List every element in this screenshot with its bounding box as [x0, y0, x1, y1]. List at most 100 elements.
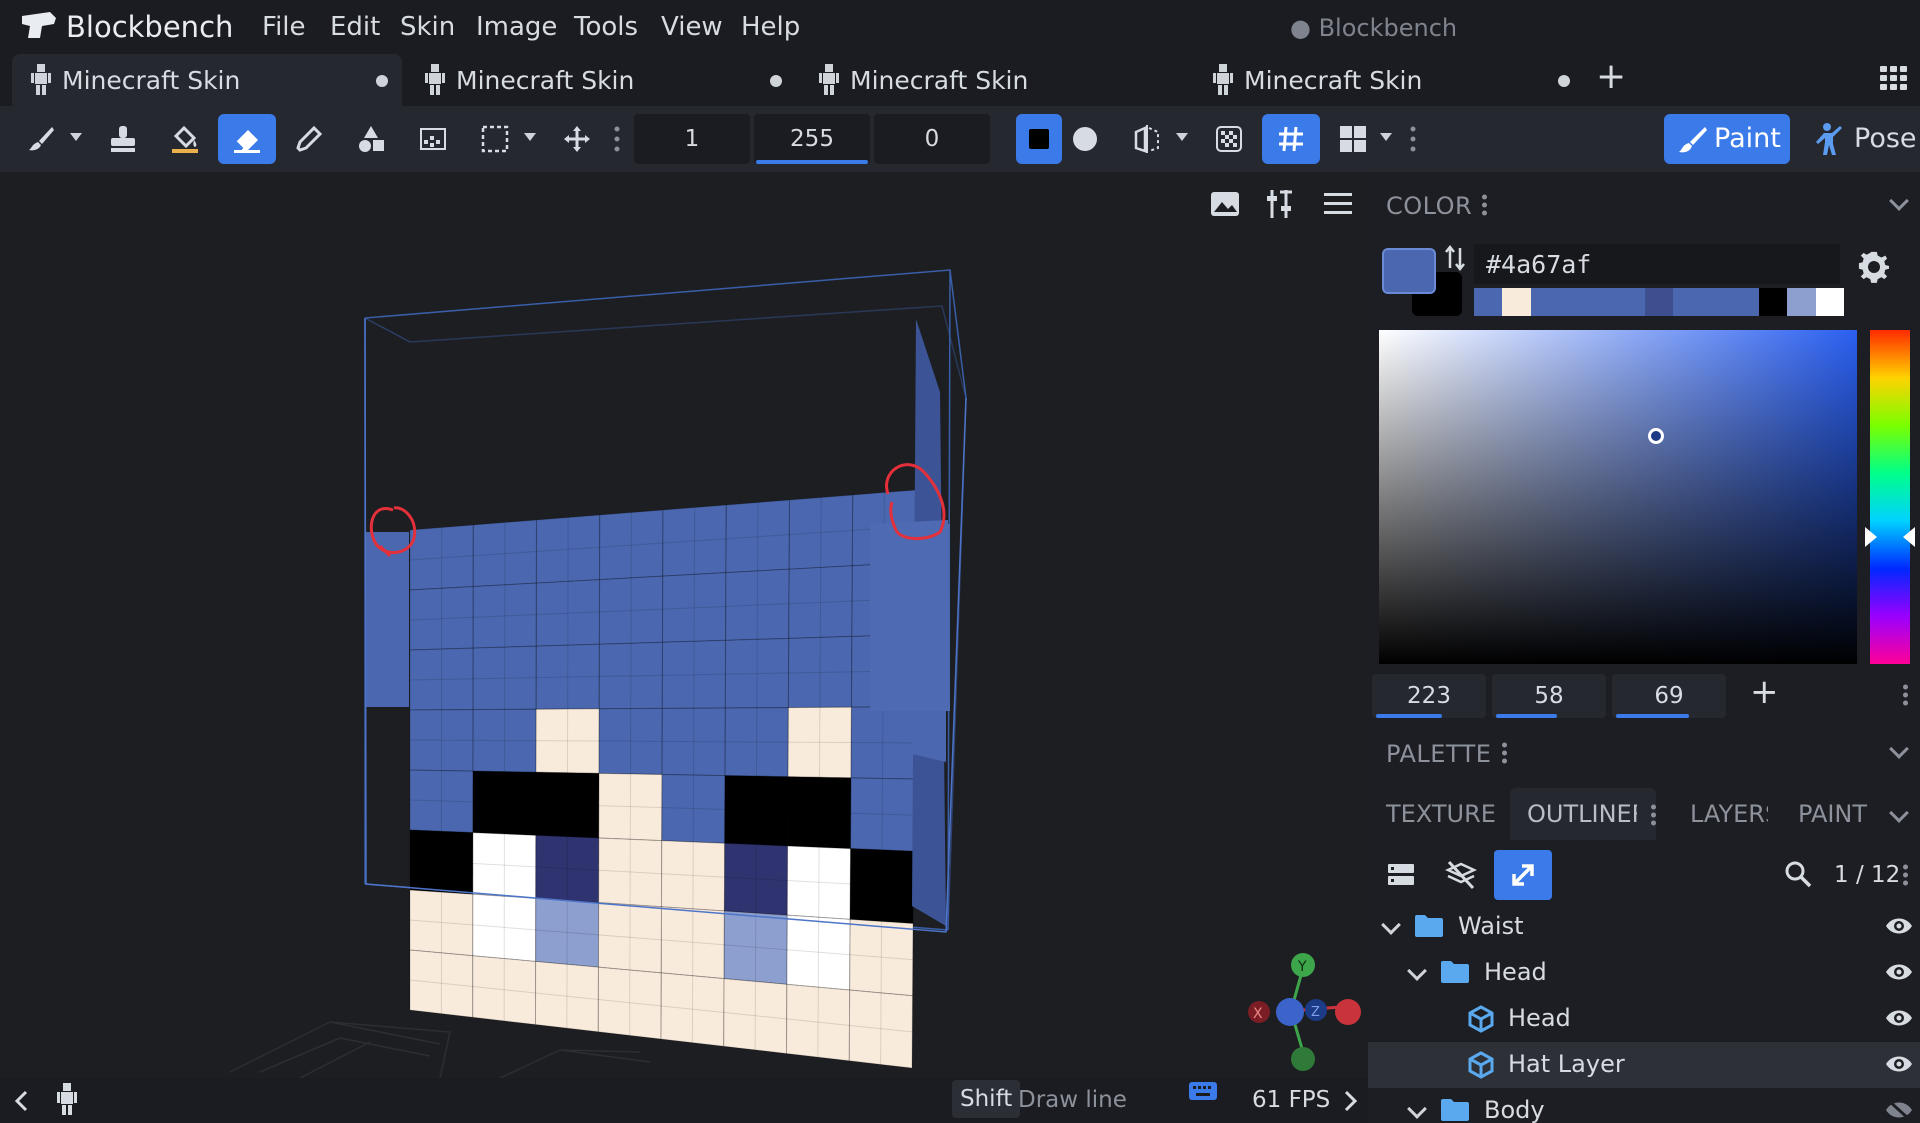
main-color-swatch[interactable]	[1382, 248, 1436, 294]
expand-chevron-down-icon[interactable]	[1381, 915, 1401, 935]
brush-options-chevron-down-icon[interactable]	[70, 133, 82, 141]
add-to-palette-plus-icon[interactable]: +	[1750, 672, 1779, 712]
tab-minecraft-skin-4[interactable]: Minecraft Skin	[1194, 54, 1584, 106]
hex-color-input[interactable]: #4a67af	[1474, 244, 1840, 284]
outliner-row-hat-layer[interactable]: Hat Layer	[1368, 1042, 1920, 1088]
visibility-eye-icon[interactable]	[1884, 1006, 1914, 1030]
saturation-value-picker[interactable]	[1379, 330, 1857, 664]
history-swatch-11[interactable]	[1758, 288, 1788, 316]
mirror-options-chevron-down-icon[interactable]	[1176, 133, 1188, 141]
hue-slider-left-arrow-icon[interactable]	[1864, 526, 1878, 548]
hue-slider-right-arrow-icon[interactable]	[1902, 526, 1916, 548]
shape-tool[interactable]	[342, 114, 400, 164]
view-menu-icon[interactable]	[1318, 186, 1358, 222]
3d-viewport[interactable]: Y X Z	[0, 172, 1368, 1078]
fill-bucket-tool[interactable]	[156, 114, 214, 164]
expand-chevron-down-icon[interactable]	[1407, 1099, 1427, 1119]
history-swatch-12[interactable]	[1787, 288, 1816, 316]
history-swatch-2[interactable]	[1502, 288, 1531, 316]
screenshot-image-icon[interactable]	[1206, 186, 1246, 222]
hue-input[interactable]: 223	[1372, 674, 1486, 718]
brush-tool[interactable]	[12, 114, 70, 164]
paint-mode-button[interactable]: Paint	[1664, 114, 1790, 164]
history-swatch-13[interactable]	[1815, 288, 1845, 316]
brush-size-input[interactable]: 1	[634, 114, 750, 164]
round-brush-shape[interactable]	[1062, 114, 1108, 164]
color-values-menu-icon[interactable]	[1903, 684, 1908, 706]
tab-layers[interactable]: LAYERS	[1690, 800, 1768, 828]
menu-image[interactable]: Image	[476, 12, 557, 42]
outliner-menu-icon[interactable]	[1903, 864, 1908, 886]
toolbar-more-icon[interactable]	[614, 126, 620, 152]
menu-edit[interactable]: Edit	[330, 12, 380, 42]
history-swatch-6[interactable]	[1616, 288, 1645, 316]
menu-skin[interactable]: Skin	[400, 12, 455, 42]
expand-chevron-down-icon[interactable]	[1407, 961, 1427, 981]
outliner-row-head[interactable]: Head	[1368, 950, 1920, 996]
opacity-input[interactable]: 255	[754, 114, 870, 164]
view-adjust-sliders-icon[interactable]	[1262, 186, 1302, 222]
tab-paint[interactable]: PAINT	[1798, 800, 1872, 828]
menu-help[interactable]: Help	[741, 12, 800, 42]
visibility-eye-hidden-icon[interactable]	[1884, 1098, 1914, 1122]
lock-alpha-checker-icon[interactable]	[1200, 114, 1258, 164]
saturation-input[interactable]: 58	[1492, 674, 1606, 718]
axis-gizmo[interactable]: Y X Z	[1248, 953, 1361, 1071]
history-swatch-8[interactable]	[1673, 288, 1702, 316]
mirror-painting-icon[interactable]	[1118, 114, 1176, 164]
history-swatch-3[interactable]	[1530, 288, 1560, 316]
outliner-row-waist[interactable]: Waist	[1368, 904, 1920, 950]
color-picker-tool[interactable]	[280, 114, 338, 164]
history-swatch-10[interactable]	[1730, 288, 1759, 316]
outliner-row-body[interactable]: Body	[1368, 1088, 1920, 1123]
color-panel-menu-icon[interactable]	[1482, 194, 1487, 216]
history-swatch-5[interactable]	[1587, 288, 1617, 316]
softness-input[interactable]: 0	[874, 114, 990, 164]
paint-on-layers-crossed-icon[interactable]	[1432, 850, 1490, 900]
history-swatch-4[interactable]	[1559, 288, 1588, 316]
swap-colors-icon[interactable]	[1444, 244, 1466, 272]
expand-diagonal-arrows-icon[interactable]	[1494, 850, 1552, 900]
history-swatch-7[interactable]	[1644, 288, 1674, 316]
layout-grid-icon[interactable]	[1324, 114, 1382, 164]
move-tool[interactable]	[548, 114, 606, 164]
history-swatch-1[interactable]	[1474, 288, 1503, 316]
selection-tool[interactable]	[466, 114, 524, 164]
skin-model-figure-icon[interactable]	[56, 1082, 78, 1116]
visibility-eye-icon[interactable]	[1884, 960, 1914, 984]
keyboard-icon[interactable]	[1188, 1080, 1218, 1102]
color-settings-gear-icon[interactable]	[1858, 250, 1892, 284]
tab-minecraft-skin-3[interactable]: Minecraft Skin	[800, 54, 1190, 106]
value-input[interactable]: 69	[1612, 674, 1726, 718]
color-history-strip[interactable]	[1474, 288, 1845, 316]
apps-grid-icon[interactable]	[1880, 66, 1908, 90]
selection-options-chevron-down-icon[interactable]	[524, 133, 536, 141]
tab-textures[interactable]: TEXTURES	[1386, 800, 1496, 828]
tab-outliner[interactable]: OUTLINER	[1527, 800, 1637, 828]
layout-options-chevron-down-icon[interactable]	[1380, 133, 1392, 141]
toolbar-more-icon-2[interactable]	[1410, 126, 1416, 152]
menu-tools[interactable]: Tools	[574, 12, 638, 42]
menu-file[interactable]: File	[262, 12, 306, 42]
chevron-right-icon[interactable]	[1344, 1090, 1358, 1112]
eraser-tool[interactable]	[218, 114, 276, 164]
clone-stamp-tool[interactable]	[94, 114, 152, 164]
chevron-left-icon[interactable]	[14, 1090, 28, 1112]
pose-mode-button[interactable]: Pose	[1800, 114, 1920, 164]
visibility-eye-icon[interactable]	[1884, 1052, 1914, 1076]
pixel-grid-icon[interactable]	[1262, 114, 1320, 164]
visibility-eye-icon[interactable]	[1884, 914, 1914, 938]
new-tab-button[interactable]: +	[1596, 56, 1626, 97]
outliner-toggle-list-icon[interactable]	[1372, 850, 1430, 900]
palette-panel-menu-icon[interactable]	[1502, 742, 1507, 764]
hue-slider[interactable]	[1870, 330, 1910, 664]
search-icon[interactable]	[1784, 860, 1812, 888]
menu-view[interactable]: View	[661, 12, 723, 42]
tab-minecraft-skin-1[interactable]: Minecraft Skin	[12, 54, 402, 106]
outliner-tab-menu-icon[interactable]	[1651, 804, 1656, 826]
square-brush-shape[interactable]	[1016, 114, 1062, 164]
tab-minecraft-skin-2[interactable]: Minecraft Skin	[406, 54, 796, 106]
history-swatch-9[interactable]	[1701, 288, 1731, 316]
outliner-row-head[interactable]: Head	[1368, 996, 1920, 1042]
gradient-tool[interactable]	[404, 114, 462, 164]
